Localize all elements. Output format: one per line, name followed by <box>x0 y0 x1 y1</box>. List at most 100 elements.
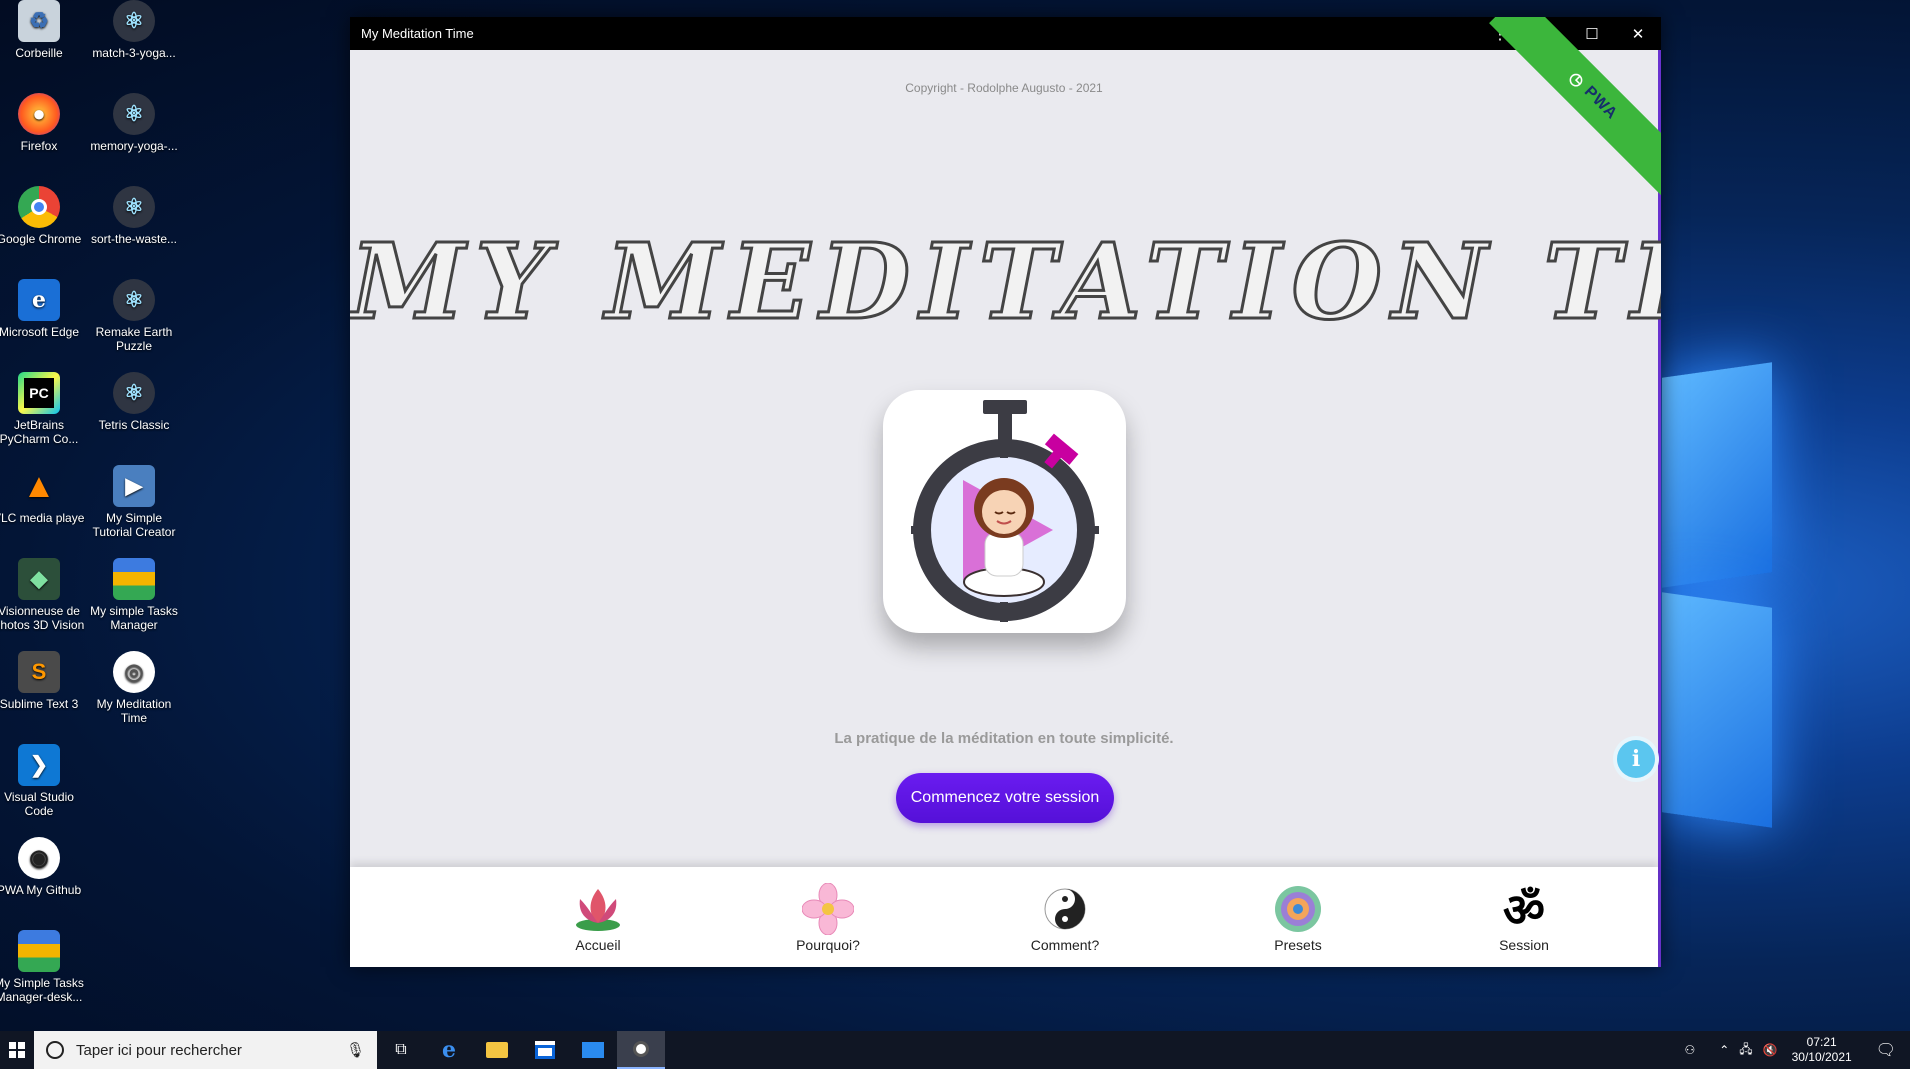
electron-app-icon: ⚛ <box>113 279 155 321</box>
mandala-icon <box>1272 883 1324 935</box>
app-title: My Meditation Time <box>350 219 1661 345</box>
desktop-icon-microsoft-edge[interactable]: e Microsoft Edge <box>0 279 85 339</box>
taskbar-file-explorer[interactable] <box>473 1031 521 1069</box>
desktop-icon-tasks-manager-desktop[interactable]: My Simple Tasks Manager-desk... <box>0 930 85 1004</box>
camera-icon: ▶ <box>113 465 155 507</box>
vlc-cone-icon: ▲ <box>22 467 56 505</box>
desktop-icon-google-chrome[interactable]: Google Chrome <box>0 186 85 246</box>
maximize-icon: ☐ <box>1585 25 1599 43</box>
desktop-icon-remake-earth-puzzle[interactable]: ⚛ Remake Earth Puzzle <box>88 279 180 353</box>
desktop-icon-tutorial-creator[interactable]: ▶ My Simple Tutorial Creator <box>88 465 180 539</box>
tasks-icon <box>113 558 155 600</box>
lotus-icon <box>572 883 624 935</box>
nav-item-session[interactable]: ॐ Session <box>1464 883 1584 953</box>
desktop-icon-sublime-text[interactable]: S Sublime Text 3 <box>0 651 85 711</box>
bottom-navigation: Accueil Pourquoi? Comment? Presets ॐ Ses… <box>350 867 1658 967</box>
nav-item-pourquoi[interactable]: Pourquoi? <box>768 883 888 953</box>
meditation-app-icon <box>633 1041 649 1057</box>
desktop-icon-match-3-yoga[interactable]: ⚛ match-3-yoga... <box>88 0 180 60</box>
edge-icon: e <box>442 1037 456 1063</box>
info-icon: i <box>1631 746 1641 772</box>
wallpaper-windows-logo <box>1662 350 1910 850</box>
sublime-icon: S <box>18 651 60 693</box>
desktop-icon-sort-the-waste[interactable]: ⚛ sort-the-waste... <box>88 186 180 246</box>
mail-icon <box>582 1042 604 1058</box>
windows-icon <box>9 1042 25 1058</box>
desktop-icon-recycle-bin[interactable]: ♻ Corbeille <box>0 0 85 60</box>
desktop-icon-3d-viewer[interactable]: ◆ Visionneuse de photos 3D Vision <box>0 558 85 632</box>
copyright-text: Copyright - Rodolphe Augusto - 2021 <box>905 81 1103 95</box>
system-tray: ⚇ ⌃ 🖧 🔇 07:21 30/10/2021 🗨 <box>1684 1031 1910 1069</box>
clock-date: 30/10/2021 <box>1791 1050 1852 1064</box>
electron-app-icon: ⚛ <box>113 93 155 135</box>
pwa-label: PWA <box>1580 83 1621 124</box>
firefox-icon: ● <box>18 93 60 135</box>
info-button[interactable]: i <box>1617 740 1655 778</box>
3d-viewer-icon: ◆ <box>18 558 60 600</box>
close-button[interactable]: ✕ <box>1615 17 1661 50</box>
pycharm-icon: PC <box>18 372 60 414</box>
desktop-icon-tasks-manager[interactable]: My simple Tasks Manager <box>88 558 180 632</box>
desktop-icon-grid: ♻ Corbeille ⚛ match-3-yoga... ● Firefox … <box>0 0 180 1030</box>
app-content: Copyright - Rodolphe Augusto - 2021 ◷ PW… <box>350 17 1661 967</box>
task-view-button[interactable]: ⧉ <box>377 1031 425 1069</box>
desktop-icon-vlc[interactable]: ▲ VLC media player <box>0 465 85 525</box>
desktop-icon-pwa-github[interactable]: ◉ PWA My Github <box>0 837 85 897</box>
cortana-icon <box>46 1041 64 1059</box>
github-icon: ◉ <box>18 837 60 879</box>
tagline: La pratique de la méditation en toute si… <box>834 730 1174 747</box>
nav-label: Comment? <box>1030 937 1100 953</box>
desktop-icon-tetris-classic[interactable]: ⚛ Tetris Classic <box>88 372 180 432</box>
om-icon: ॐ <box>1503 884 1545 936</box>
folder-icon <box>486 1042 508 1058</box>
recycle-bin-icon: ♻ <box>18 0 60 42</box>
taskbar: Taper ici pour rechercher 🎙 ⧉ e ⚇ ⌃ 🖧 🔇 … <box>0 1031 1910 1069</box>
tasks-icon <box>18 930 60 972</box>
taskbar-clock[interactable]: 07:21 30/10/2021 <box>1792 1035 1852 1065</box>
notifications-icon[interactable]: 🗨 <box>1876 1040 1896 1060</box>
chevron-up-icon[interactable]: ⌃ <box>1719 1043 1729 1057</box>
nav-label: Accueil <box>575 937 621 953</box>
start-button[interactable] <box>0 1031 34 1069</box>
taskbar-store[interactable] <box>521 1031 569 1069</box>
electron-app-icon: ⚛ <box>113 186 155 228</box>
volume-muted-icon[interactable]: 🔇 <box>1763 1043 1778 1057</box>
microphone-icon[interactable]: 🎙 <box>346 1041 365 1059</box>
maximize-button[interactable]: ☐ <box>1569 17 1615 50</box>
vscode-icon: ❯ <box>18 744 60 786</box>
window-title: My Meditation Time <box>361 26 474 41</box>
taskbar-edge[interactable]: e <box>425 1031 473 1069</box>
electron-app-icon: ⚛ <box>113 0 155 42</box>
yin-yang-icon <box>1039 883 1091 935</box>
nav-item-comment[interactable]: Comment? <box>1005 883 1125 953</box>
taskbar-search-box[interactable]: Taper ici pour rechercher 🎙 <box>34 1031 377 1069</box>
network-icon[interactable]: 🖧 <box>1739 1040 1752 1061</box>
meditation-timer-icon <box>911 400 1099 622</box>
task-view-icon: ⧉ <box>395 1041 407 1058</box>
taskbar-mail[interactable] <box>569 1031 617 1069</box>
nav-item-presets[interactable]: Presets <box>1238 883 1358 953</box>
edge-icon: e <box>18 279 60 321</box>
desktop-icon-vscode[interactable]: ❯ Visual Studio Code <box>0 744 85 818</box>
taskbar-my-meditation-time[interactable] <box>617 1031 665 1069</box>
chrome-icon <box>18 186 60 228</box>
title-bar: My Meditation Time ⋮ — ☐ ✕ <box>350 17 1661 50</box>
nav-item-accueil[interactable]: Accueil <box>538 883 658 953</box>
desktop-icon-firefox[interactable]: ● Firefox <box>0 93 85 153</box>
app-window: My Meditation Time ⋮ — ☐ ✕ Copyright - R… <box>350 17 1661 967</box>
clock-time: 07:21 <box>1806 1035 1837 1049</box>
electron-app-icon: ⚛ <box>113 372 155 414</box>
meditation-app-icon: ◎ <box>113 651 155 693</box>
desktop-icon-memory-yoga[interactable]: ⚛ memory-yoga-... <box>88 93 180 153</box>
flower-icon <box>802 883 854 935</box>
nav-label: Session <box>1499 937 1549 953</box>
nav-label: Pourquoi? <box>796 937 860 953</box>
desktop-icon-pycharm[interactable]: PC JetBrains PyCharm Co... <box>0 372 85 446</box>
search-placeholder: Taper ici pour rechercher <box>76 1041 242 1059</box>
desktop-icon-my-meditation-time[interactable]: ◎ My Meditation Time <box>88 651 180 725</box>
store-icon <box>535 1041 555 1059</box>
nav-label: Presets <box>1274 937 1322 953</box>
people-icon[interactable]: ⚇ <box>1684 1043 1695 1057</box>
app-logo <box>883 390 1126 633</box>
start-session-button[interactable]: Commencez votre session <box>896 773 1114 823</box>
